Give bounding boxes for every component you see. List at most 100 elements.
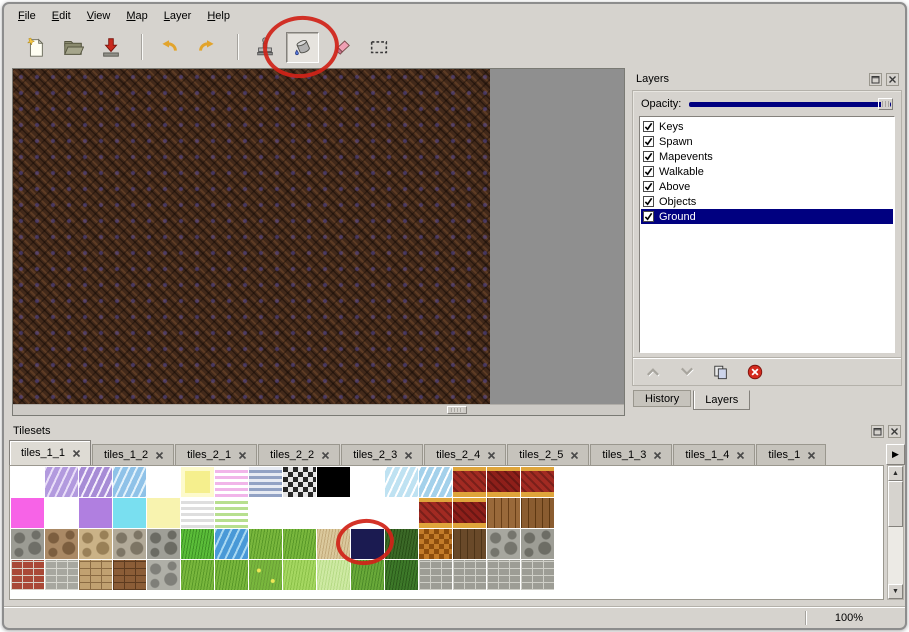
palette-tile[interactable] xyxy=(385,467,418,497)
palette-tile[interactable] xyxy=(79,467,112,497)
palette-tile[interactable] xyxy=(147,560,180,590)
tileset-tab[interactable]: tiles_2_2 xyxy=(258,444,340,465)
palette-tile[interactable] xyxy=(487,529,520,559)
palette-tile[interactable] xyxy=(317,560,350,590)
palette-tile[interactable] xyxy=(487,560,520,590)
palette-tile[interactable] xyxy=(453,498,486,528)
palette-tile[interactable] xyxy=(11,529,44,559)
palette-tile[interactable] xyxy=(147,467,180,497)
layer-row[interactable]: Objects xyxy=(641,194,893,209)
close-tab-icon[interactable] xyxy=(807,451,816,460)
palette-tile[interactable] xyxy=(249,529,282,559)
close-tab-icon[interactable] xyxy=(155,451,164,460)
palette-tile[interactable] xyxy=(181,560,214,590)
float-panel-button[interactable] xyxy=(869,73,882,86)
scroll-up-button[interactable]: ▲ xyxy=(888,466,903,481)
menu-layer[interactable]: Layer xyxy=(156,7,200,25)
stamp-tool-button[interactable] xyxy=(248,32,281,63)
redo-button[interactable] xyxy=(190,32,223,63)
tileset-tab[interactable]: tiles_2_5 xyxy=(507,444,589,465)
scroll-down-button[interactable]: ▼ xyxy=(888,584,903,599)
menu-view[interactable]: View xyxy=(79,7,119,25)
tileset-tab[interactable]: tiles_2_1 xyxy=(175,444,257,465)
layer-row[interactable]: Ground xyxy=(641,209,893,224)
palette-tile[interactable] xyxy=(249,498,282,528)
move-layer-up-button[interactable] xyxy=(641,362,665,382)
palette-tile[interactable] xyxy=(147,498,180,528)
layer-row[interactable]: Above xyxy=(641,179,893,194)
palette-tile[interactable] xyxy=(385,529,418,559)
palette-tile[interactable] xyxy=(487,498,520,528)
palette-tile[interactable] xyxy=(351,560,384,590)
palette-tile[interactable] xyxy=(521,529,554,559)
palette-tile[interactable] xyxy=(453,467,486,497)
palette-tile[interactable] xyxy=(215,498,248,528)
close-tab-icon[interactable] xyxy=(736,451,745,460)
palette-tile[interactable] xyxy=(351,498,384,528)
palette-tile[interactable] xyxy=(317,467,350,497)
tileset-tab[interactable]: tiles_2_3 xyxy=(341,444,423,465)
close-tab-icon[interactable] xyxy=(653,451,662,460)
float-panel-button[interactable] xyxy=(871,425,884,438)
layer-visibility-checkbox[interactable] xyxy=(643,211,654,222)
close-tab-icon[interactable] xyxy=(321,451,330,460)
tileset-tab[interactable]: tiles_1_2 xyxy=(92,444,174,465)
close-tab-icon[interactable] xyxy=(238,451,247,460)
layer-row[interactable]: Keys xyxy=(641,119,893,134)
open-file-button[interactable] xyxy=(56,32,89,63)
close-tab-icon[interactable] xyxy=(72,449,81,458)
layer-visibility-checkbox[interactable] xyxy=(643,196,654,207)
tab-history[interactable]: History xyxy=(633,390,691,407)
layer-row[interactable]: Spawn xyxy=(641,134,893,149)
palette-vertical-scrollbar[interactable]: ▲ ▼ xyxy=(887,465,904,600)
palette-tile[interactable] xyxy=(419,467,452,497)
close-panel-button[interactable] xyxy=(886,73,899,86)
tileset-tab[interactable]: tiles_1_1 xyxy=(9,440,91,465)
palette-tile[interactable] xyxy=(419,560,452,590)
palette-tile[interactable] xyxy=(419,498,452,528)
palette-tile[interactable] xyxy=(113,498,146,528)
palette-tile[interactable] xyxy=(79,529,112,559)
palette-tile[interactable] xyxy=(113,560,146,590)
new-file-button[interactable] xyxy=(18,32,51,63)
scrollbar-thumb[interactable] xyxy=(447,406,467,414)
palette-tile[interactable] xyxy=(11,560,44,590)
layer-visibility-checkbox[interactable] xyxy=(643,151,654,162)
palette-tile[interactable] xyxy=(45,467,78,497)
scrollbar-thumb[interactable] xyxy=(888,481,903,527)
palette-tile[interactable] xyxy=(79,498,112,528)
palette-tile[interactable] xyxy=(351,467,384,497)
save-button[interactable] xyxy=(94,32,127,63)
palette-tile[interactable] xyxy=(181,467,214,497)
palette-tile[interactable] xyxy=(453,529,486,559)
palette-tile[interactable] xyxy=(249,467,282,497)
palette-tile[interactable] xyxy=(181,529,214,559)
palette-tile[interactable] xyxy=(113,467,146,497)
palette-tile[interactable] xyxy=(283,498,316,528)
palette-tile[interactable] xyxy=(147,529,180,559)
palette-tile[interactable] xyxy=(79,560,112,590)
palette-tile[interactable] xyxy=(351,529,384,559)
close-tab-icon[interactable] xyxy=(404,451,413,460)
menu-map[interactable]: Map xyxy=(118,7,155,25)
layer-visibility-checkbox[interactable] xyxy=(643,121,654,132)
palette-tile[interactable] xyxy=(283,560,316,590)
layer-row[interactable]: Mapevents xyxy=(641,149,893,164)
map-canvas[interactable] xyxy=(13,69,490,404)
close-tab-icon[interactable] xyxy=(570,451,579,460)
tileset-tab[interactable]: tiles_1_3 xyxy=(590,444,672,465)
move-layer-down-button[interactable] xyxy=(675,362,699,382)
palette-tile[interactable] xyxy=(11,498,44,528)
scroll-tabs-right-button[interactable]: ▶ xyxy=(886,444,905,465)
close-panel-button[interactable] xyxy=(888,425,901,438)
palette-tile[interactable] xyxy=(283,467,316,497)
palette-tile[interactable] xyxy=(385,498,418,528)
palette-tile[interactable] xyxy=(283,529,316,559)
palette-tile[interactable] xyxy=(215,529,248,559)
palette-tile[interactable] xyxy=(215,467,248,497)
palette-tile[interactable] xyxy=(487,467,520,497)
palette-tile[interactable] xyxy=(45,498,78,528)
palette-tile[interactable] xyxy=(521,498,554,528)
palette-tile[interactable] xyxy=(249,560,282,590)
layer-visibility-checkbox[interactable] xyxy=(643,136,654,147)
